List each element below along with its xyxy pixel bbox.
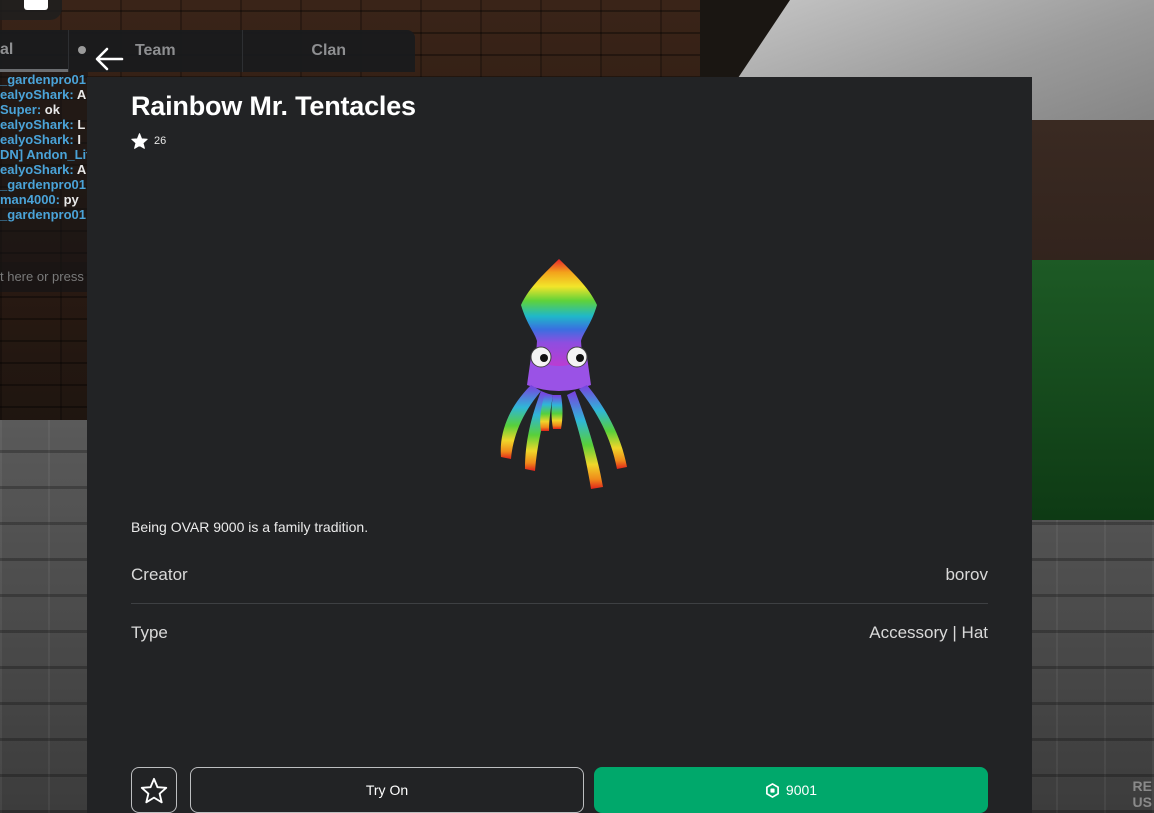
tab-general[interactable]: al bbox=[0, 30, 68, 72]
chat-line-text: L bbox=[73, 117, 86, 132]
favorites-number: 26 bbox=[154, 135, 167, 147]
chat-line: _gardenpro01 bbox=[0, 177, 88, 192]
chat-line-author[interactable]: ealyoShark: bbox=[0, 87, 74, 102]
chat-line: ealyoShark: L bbox=[0, 117, 88, 132]
chat-line-author[interactable]: _gardenpro01 bbox=[0, 72, 86, 87]
star-icon bbox=[140, 777, 168, 803]
chat-toggle-button[interactable] bbox=[0, 0, 62, 20]
divider bbox=[131, 603, 988, 604]
chat-tabs: al Team Clan bbox=[0, 30, 415, 72]
chat-line-author[interactable]: DN] Andon_Lit bbox=[0, 147, 88, 162]
type-row: Type Accessory | Hat bbox=[131, 623, 988, 643]
chat-line: man4000: py bbox=[0, 192, 88, 207]
back-button[interactable] bbox=[92, 42, 126, 76]
chat-line-author[interactable]: _gardenpro01 bbox=[0, 177, 86, 192]
chat-line: _gardenpro01 bbox=[0, 72, 88, 87]
unread-dot bbox=[78, 46, 86, 54]
chat-line-author[interactable]: ealyoShark: bbox=[0, 117, 74, 132]
price-label: 9001 bbox=[785, 782, 818, 798]
type-label: Type bbox=[131, 623, 168, 642]
chat-line: ealyoShark: A bbox=[0, 162, 88, 177]
chat-line-text: I bbox=[73, 132, 81, 147]
creator-value[interactable]: borov bbox=[945, 565, 988, 585]
item-title: Rainbow Mr. Tentacles bbox=[131, 91, 416, 121]
favorite-button[interactable] bbox=[131, 767, 177, 813]
chat-line-author[interactable]: ealyoShark: bbox=[0, 132, 74, 147]
type-value: Accessory | Hat bbox=[869, 623, 988, 642]
chat-line: ealyoShark: A bbox=[0, 87, 88, 102]
item-description: Being OVAR 9000 is a family tradition. bbox=[131, 519, 369, 535]
chat-line-text: A bbox=[73, 162, 87, 177]
try-on-button[interactable]: Try On bbox=[190, 767, 584, 813]
chat-line-text: A bbox=[73, 87, 87, 102]
chat-line-author[interactable]: _gardenpro01 bbox=[0, 207, 86, 222]
chat-line-text: py bbox=[59, 192, 79, 207]
favorites-count: 26 bbox=[131, 133, 166, 149]
chat-line: Super: ok bbox=[0, 102, 88, 117]
chat-line-author[interactable]: Super: bbox=[0, 102, 41, 117]
chat-line-author[interactable]: man4000: bbox=[0, 192, 60, 207]
chat-line: DN] Andon_Lit bbox=[0, 147, 88, 162]
corner-label: RE US bbox=[1132, 778, 1152, 810]
item-details-panel: Rainbow Mr. Tentacles 26 Being OVAR 9000… bbox=[87, 77, 1032, 813]
creator-row: Creator borov bbox=[131, 565, 988, 585]
chat-line: _gardenpro01 bbox=[0, 207, 88, 222]
chat-line: ealyoShark: I bbox=[0, 132, 88, 147]
chat-line-text: ok bbox=[41, 102, 60, 117]
chat-line-author[interactable]: ealyoShark: bbox=[0, 162, 74, 177]
chat-input[interactable]: t here or press bbox=[0, 262, 88, 292]
robux-icon bbox=[765, 782, 779, 798]
tab-clan[interactable]: Clan bbox=[241, 30, 416, 72]
creator-label: Creator bbox=[131, 565, 188, 584]
chat-log: _gardenpro01 ealyoShark: A Super: ok ealyoS… bbox=[0, 72, 88, 262]
arrow-left-icon bbox=[95, 47, 124, 71]
grass-area bbox=[1024, 260, 1154, 520]
star-icon bbox=[131, 133, 148, 149]
item-thumbnail bbox=[500, 259, 627, 489]
buy-button[interactable]: 9001 bbox=[594, 767, 988, 813]
chat-icon bbox=[24, 0, 48, 10]
